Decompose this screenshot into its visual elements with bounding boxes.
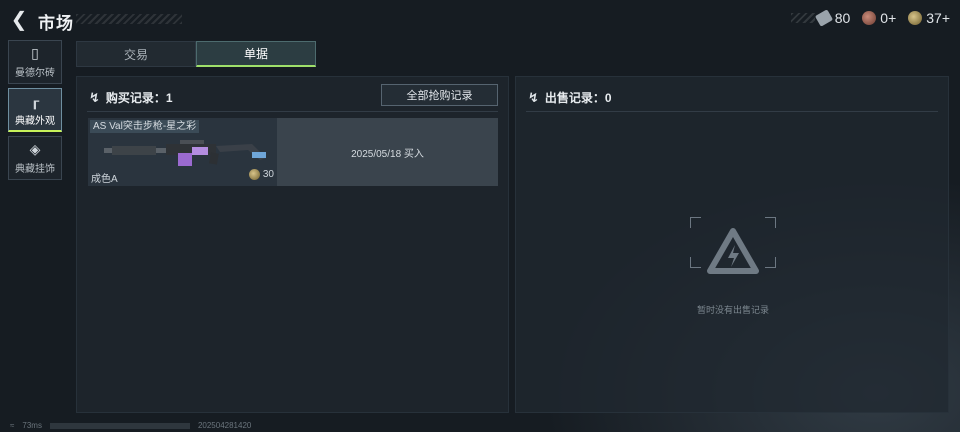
buy-records-panel: ↯ 购买记录：1 全部抢购记录 AS Val突击步枪-星之彩 成色A 30 20… — [76, 76, 509, 413]
frame-corner — [690, 257, 701, 268]
gold-coin-icon — [908, 11, 923, 25]
currency-red-coin[interactable]: 0+ — [862, 10, 896, 26]
item-grade: 成色A — [91, 174, 118, 185]
divider — [87, 111, 498, 112]
frame-corner — [765, 217, 776, 228]
currency-value: 0+ — [880, 10, 897, 26]
back-button[interactable]: ❮ — [8, 8, 30, 31]
currency-value: 80 — [834, 10, 851, 26]
status-footer: ≈ 73ms 202504281420 — [10, 421, 251, 430]
nav-item-label: 典藏挂饰 — [15, 164, 55, 175]
cart-icon: ↯ — [528, 89, 539, 105]
cart-icon: ↯ — [89, 89, 100, 105]
tab-trade[interactable]: 交易 — [76, 41, 196, 67]
red-coin-icon — [862, 11, 877, 25]
currency-value: 37+ — [926, 10, 950, 26]
nav-item-label: 曼德尔砖 — [15, 68, 55, 79]
currency-decoration — [790, 13, 815, 23]
currency-gold-coin[interactable]: 37+ — [908, 10, 950, 26]
header: ❮ 市场 80 0+ 37+ — [0, 0, 960, 38]
sell-records-header: ↯ 出售记录：0 — [528, 89, 612, 106]
frame-corner — [690, 217, 701, 228]
all-flash-purchase-button[interactable]: 全部抢购记录 — [381, 84, 498, 106]
item-name: AS Val突击步枪-星之彩 — [90, 120, 200, 133]
sell-records-panel: ↯ 出售记录：0 暂时没有出售记录 — [515, 76, 949, 413]
empty-message: 暂时没有出售记录 — [696, 305, 769, 315]
ping-value: 73ms — [22, 421, 42, 430]
gold-coin-icon — [248, 169, 260, 180]
record-date: 2025/05/18 买入 — [277, 118, 498, 186]
item-price: 30 — [248, 169, 274, 180]
sell-records-title: 出售记录：0 — [544, 91, 612, 105]
empty-state: 暂时没有出售记录 — [666, 217, 800, 315]
divider — [526, 111, 938, 112]
currency-bar: 80 0+ 37+ — [790, 9, 950, 27]
nav-item-charms[interactable]: ◈ 典藏挂饰 — [8, 136, 62, 180]
list-item[interactable]: AS Val突击步枪-星之彩 成色A 30 2025/05/18 买入 — [88, 118, 498, 186]
nav-item-brick[interactable]: ▯ 曼德尔砖 — [8, 40, 62, 84]
brick-icon: ▯ — [31, 45, 39, 61]
item-card[interactable]: AS Val突击步枪-星之彩 成色A 30 — [88, 118, 277, 186]
nav-item-skins[interactable]: ┎ 典藏外观 — [8, 88, 62, 132]
title-decoration — [76, 14, 182, 24]
tab-orders[interactable]: 单据 — [196, 41, 316, 67]
warning-triangle-icon — [707, 228, 759, 274]
ticket-icon — [814, 9, 833, 27]
build-number: 202504281420 — [197, 421, 252, 430]
wifi-icon: ≈ — [10, 421, 15, 430]
price-value: 30 — [262, 169, 274, 180]
gun-icon: ┎ — [30, 92, 40, 109]
rifle-icon — [104, 140, 266, 166]
nav-item-label: 典藏外观 — [15, 115, 55, 127]
charm-icon: ◈ — [29, 141, 41, 157]
chevron-left-icon: ❮ — [10, 8, 28, 31]
buy-records-header: ↯ 购买记录：1 — [89, 89, 173, 106]
frame-corner — [765, 257, 776, 268]
tab-bar: 交易 单据 — [76, 41, 316, 67]
side-nav: ▯ 曼德尔砖 ┎ 典藏外观 ◈ 典藏挂饰 — [8, 40, 64, 184]
buy-records-title: 购买记录：1 — [105, 91, 173, 105]
currency-ticket[interactable]: 80 — [790, 9, 851, 27]
redacted-text — [49, 422, 190, 429]
page-title: 市场 — [38, 14, 74, 33]
